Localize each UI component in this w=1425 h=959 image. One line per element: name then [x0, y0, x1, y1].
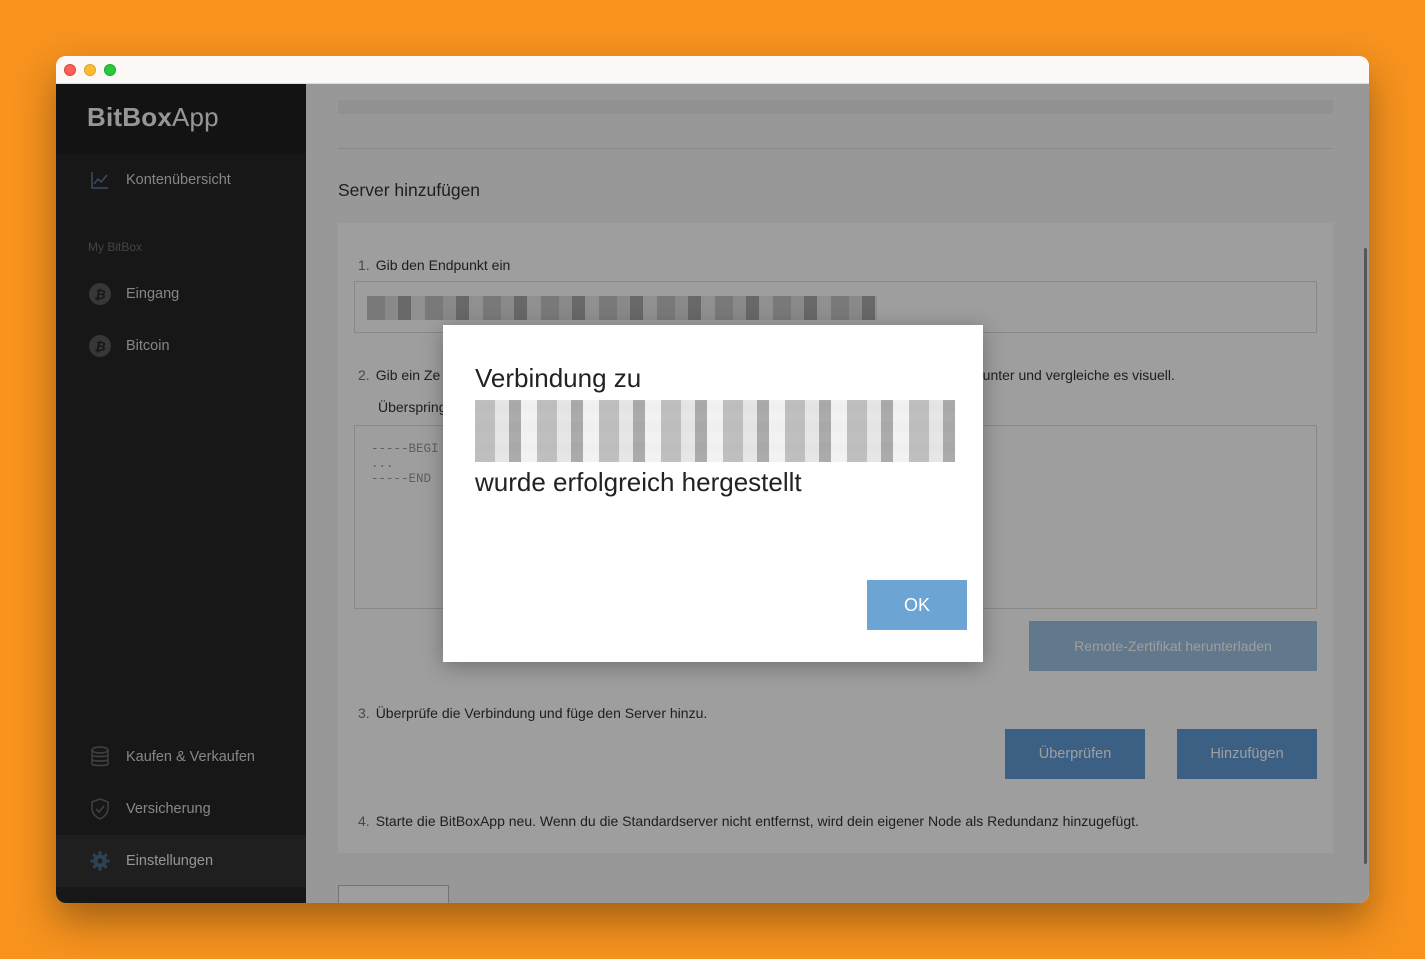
close-window-button[interactable] — [64, 64, 76, 76]
title-bar — [56, 56, 1369, 84]
minimize-window-button[interactable] — [84, 64, 96, 76]
dialog-message-success: wurde erfolgreich hergestellt — [475, 467, 802, 497]
redacted-server-address — [475, 400, 955, 462]
connection-success-dialog: Verbindung zu wurde erfolgreich hergeste… — [443, 325, 983, 662]
maximize-window-button[interactable] — [104, 64, 116, 76]
ok-button[interactable]: OK — [867, 580, 967, 630]
app-window: BitBoxApp Kontenübersicht My BitBox ₿ Ei… — [56, 56, 1369, 903]
dialog-message-line1: Verbindung zu — [475, 363, 642, 393]
